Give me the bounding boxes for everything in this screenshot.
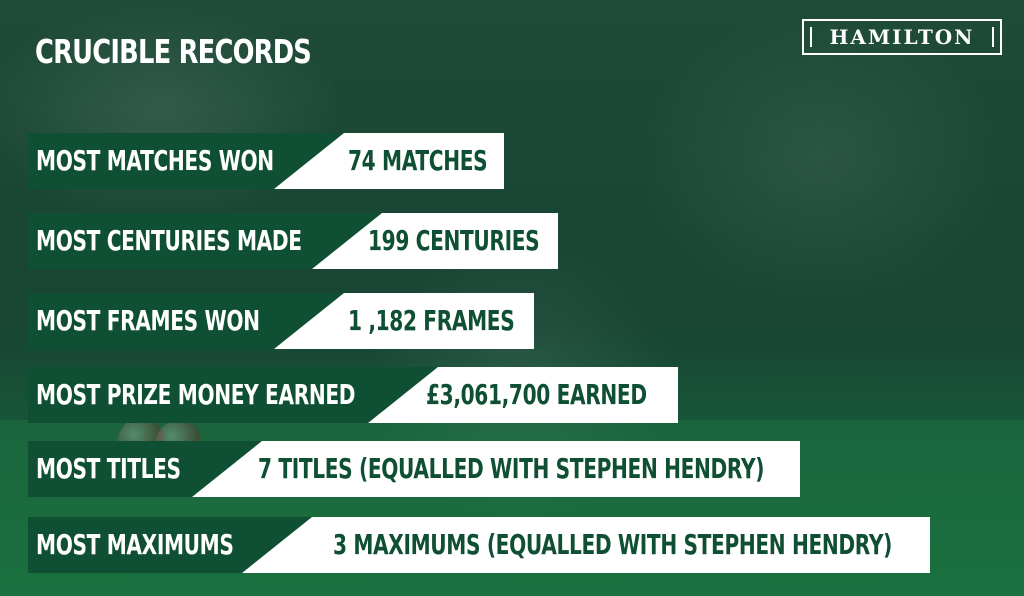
record-label: MOST MATCHES WON bbox=[36, 144, 274, 177]
record-row-centuries: MOST CENTURIES MADE 199 CENTURIES bbox=[28, 213, 558, 269]
record-value: 199 CENTURIES bbox=[368, 224, 540, 257]
record-row-frames: MOST FRAMES WON 1 ,182 FRAMES bbox=[28, 293, 534, 349]
record-label: MOST FRAMES WON bbox=[36, 304, 260, 337]
record-row-matches: MOST MATCHES WON 74 MATCHES bbox=[28, 133, 504, 189]
hamilton-logo: HAMILTON bbox=[802, 19, 1002, 55]
record-value: 7 TITLES (EQUALLED WITH STEPHEN HENDRY) bbox=[258, 452, 765, 485]
record-row-prize-money: MOST PRIZE MONEY EARNED £3,061,700 EARNE… bbox=[28, 367, 678, 423]
record-label: MOST PRIZE MONEY EARNED bbox=[36, 378, 356, 411]
record-value: 1 ,182 FRAMES bbox=[348, 304, 515, 337]
record-value: 3 MAXIMUMS (EQUALLED WITH STEPHEN HENDRY… bbox=[333, 528, 892, 561]
record-row-maximums: MOST MAXIMUMS 3 MAXIMUMS (EQUALLED WITH … bbox=[28, 517, 930, 573]
record-label: MOST CENTURIES MADE bbox=[36, 224, 302, 257]
page-title: CRUCIBLE RECORDS bbox=[35, 32, 312, 71]
record-value: £3,061,700 EARNED bbox=[426, 378, 647, 411]
record-row-titles: MOST TITLES 7 TITLES (EQUALLED WITH STEP… bbox=[28, 441, 800, 497]
logo-text: HAMILTON bbox=[829, 25, 975, 49]
record-label: MOST TITLES bbox=[36, 452, 181, 485]
record-value: 74 MATCHES bbox=[348, 144, 488, 177]
record-label: MOST MAXIMUMS bbox=[36, 528, 234, 561]
